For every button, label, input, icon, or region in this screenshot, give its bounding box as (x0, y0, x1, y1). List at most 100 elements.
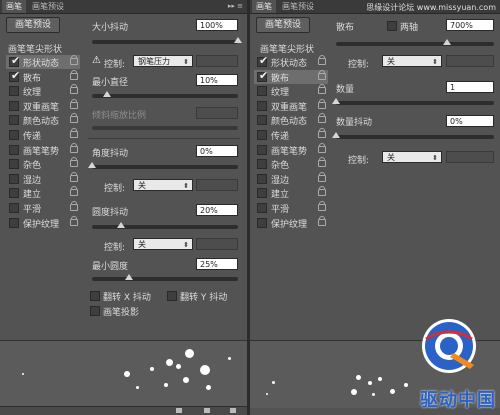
lock-icon[interactable] (70, 157, 78, 168)
min-roundness-thumb[interactable] (124, 274, 133, 280)
tip-checkbox[interactable] (257, 217, 267, 228)
tip-checkbox[interactable] (257, 86, 267, 97)
trash-icon[interactable] (230, 408, 236, 413)
tip-checkbox[interactable] (257, 203, 267, 213)
count-thumb[interactable] (332, 98, 340, 104)
scatter-value[interactable]: 700% (446, 19, 494, 31)
tip-checkbox[interactable] (257, 173, 267, 184)
count-jitter-value[interactable]: 0% (446, 115, 494, 127)
tip-checkbox[interactable] (9, 173, 19, 184)
tip-item[interactable]: 平滑 (254, 201, 328, 215)
tab-brush-right[interactable]: 画笔 (252, 0, 276, 13)
tip-item[interactable]: 湿边 (254, 171, 328, 186)
tip-checkbox[interactable] (257, 115, 267, 126)
min-roundness-slider[interactable] (92, 274, 238, 281)
count-jitter-thumb[interactable] (332, 132, 340, 138)
min-roundness-value[interactable]: 25% (196, 258, 238, 270)
tip-checkbox[interactable] (257, 130, 267, 140)
panel-menu-icon[interactable]: ▸▸ ≡ (228, 0, 243, 13)
tip-item[interactable]: 平滑 (6, 201, 80, 215)
tip-item[interactable]: 纹理 (6, 84, 80, 98)
tab-brush[interactable]: 画笔 (2, 0, 26, 13)
lock-icon[interactable] (318, 186, 326, 197)
size-jitter-thumb[interactable] (234, 37, 242, 43)
roundness-jitter-value[interactable]: 20% (196, 204, 238, 216)
brush-presets-button-right[interactable]: 画笔预设 (256, 17, 310, 33)
lock-icon[interactable] (70, 128, 78, 138)
lock-icon[interactable] (70, 98, 78, 109)
lock-icon[interactable] (70, 171, 78, 182)
scatter-control-select[interactable]: 关 ⬍ (382, 55, 442, 67)
tip-checkbox[interactable] (9, 159, 19, 170)
lock-icon[interactable] (70, 69, 78, 80)
lock-icon[interactable] (318, 84, 326, 95)
tip-checkbox[interactable] (9, 100, 19, 111)
tip-item[interactable]: 双重画笔 (6, 98, 80, 113)
tip-item[interactable]: 双重画笔 (254, 98, 328, 113)
tip-item[interactable]: 传递 (254, 128, 328, 142)
tip-checkbox[interactable] (257, 188, 267, 199)
lock-icon[interactable] (70, 142, 78, 153)
tip-checkbox[interactable] (9, 144, 19, 155)
tip-item[interactable]: 传递 (6, 128, 80, 142)
roundness-jitter-thumb[interactable] (117, 222, 126, 228)
tip-checkbox[interactable] (257, 159, 267, 170)
lock-icon[interactable] (70, 201, 78, 211)
count-control-select[interactable]: 关 ⬍ (382, 151, 442, 163)
tip-item[interactable]: 建立 (254, 186, 328, 200)
angle-jitter-value[interactable]: 0% (196, 145, 238, 157)
lock-icon[interactable] (318, 201, 326, 211)
tip-checkbox[interactable] (9, 130, 19, 140)
tip-checkbox[interactable] (9, 217, 19, 228)
brush-projection-checkbox[interactable] (90, 306, 100, 316)
min-diameter-thumb[interactable] (102, 91, 111, 97)
roundness-jitter-slider[interactable] (92, 222, 238, 229)
tip-item[interactable]: ✔ 散布 (6, 69, 80, 84)
tip-checkbox[interactable] (257, 144, 267, 155)
tip-item[interactable]: 保护纹理 (254, 215, 328, 230)
scatter-thumb[interactable] (442, 39, 451, 45)
lock-icon[interactable] (318, 215, 326, 226)
tip-checkbox[interactable] (9, 115, 19, 126)
lock-icon[interactable] (318, 55, 326, 65)
lock-icon[interactable] (70, 84, 78, 95)
scatter-slider[interactable] (336, 39, 494, 46)
angle-jitter-thumb[interactable] (88, 162, 96, 168)
angle-control-select[interactable]: 关 ⬍ (133, 179, 193, 191)
tip-item[interactable]: 建立 (6, 186, 80, 200)
tip-checkbox[interactable]: ✔ (9, 69, 20, 82)
tip-item[interactable]: 保护纹理 (6, 215, 80, 230)
count-value[interactable]: 1 (446, 81, 494, 93)
lock-icon[interactable] (318, 128, 326, 138)
tip-item[interactable]: ✔ 形状动态 (254, 54, 328, 69)
flip-x-checkbox[interactable] (90, 291, 100, 301)
both-axes-checkbox[interactable] (387, 21, 397, 31)
lock-icon[interactable] (318, 157, 326, 168)
lock-icon[interactable] (70, 55, 78, 65)
control-pen-select[interactable]: 钢笔压力 ⬍ (133, 55, 193, 67)
tip-item[interactable]: ✔ 散布 (254, 69, 328, 84)
lock-icon[interactable] (70, 215, 78, 226)
tip-checkbox[interactable] (257, 100, 267, 111)
tip-item[interactable]: 画笔笔势 (6, 142, 80, 157)
tip-item[interactable]: 颜色动态 (254, 113, 328, 127)
tip-checkbox[interactable] (9, 203, 19, 213)
min-diameter-slider[interactable] (92, 91, 238, 98)
size-jitter-slider[interactable] (92, 37, 242, 44)
lock-icon[interactable] (318, 113, 326, 124)
tip-item[interactable]: 杂色 (6, 157, 80, 171)
tab-brush-presets[interactable]: 画笔预设 (28, 0, 68, 13)
tip-item[interactable]: ✔ 形状动态 (6, 54, 80, 69)
tip-checkbox[interactable]: ✔ (257, 54, 268, 67)
new-brush-icon[interactable] (204, 408, 210, 413)
lock-icon[interactable] (70, 113, 78, 124)
tip-checkbox[interactable] (9, 188, 19, 199)
tip-item[interactable]: 纹理 (254, 84, 328, 98)
tab-brush-presets-right[interactable]: 画笔预设 (278, 0, 318, 13)
roundness-control-select[interactable]: 关 ⬍ (133, 238, 193, 250)
lock-icon[interactable] (318, 98, 326, 109)
tip-checkbox[interactable]: ✔ (257, 69, 268, 82)
tip-item[interactable]: 杂色 (254, 157, 328, 171)
tip-item[interactable]: 颜色动态 (6, 113, 80, 127)
count-jitter-slider[interactable] (332, 132, 494, 139)
